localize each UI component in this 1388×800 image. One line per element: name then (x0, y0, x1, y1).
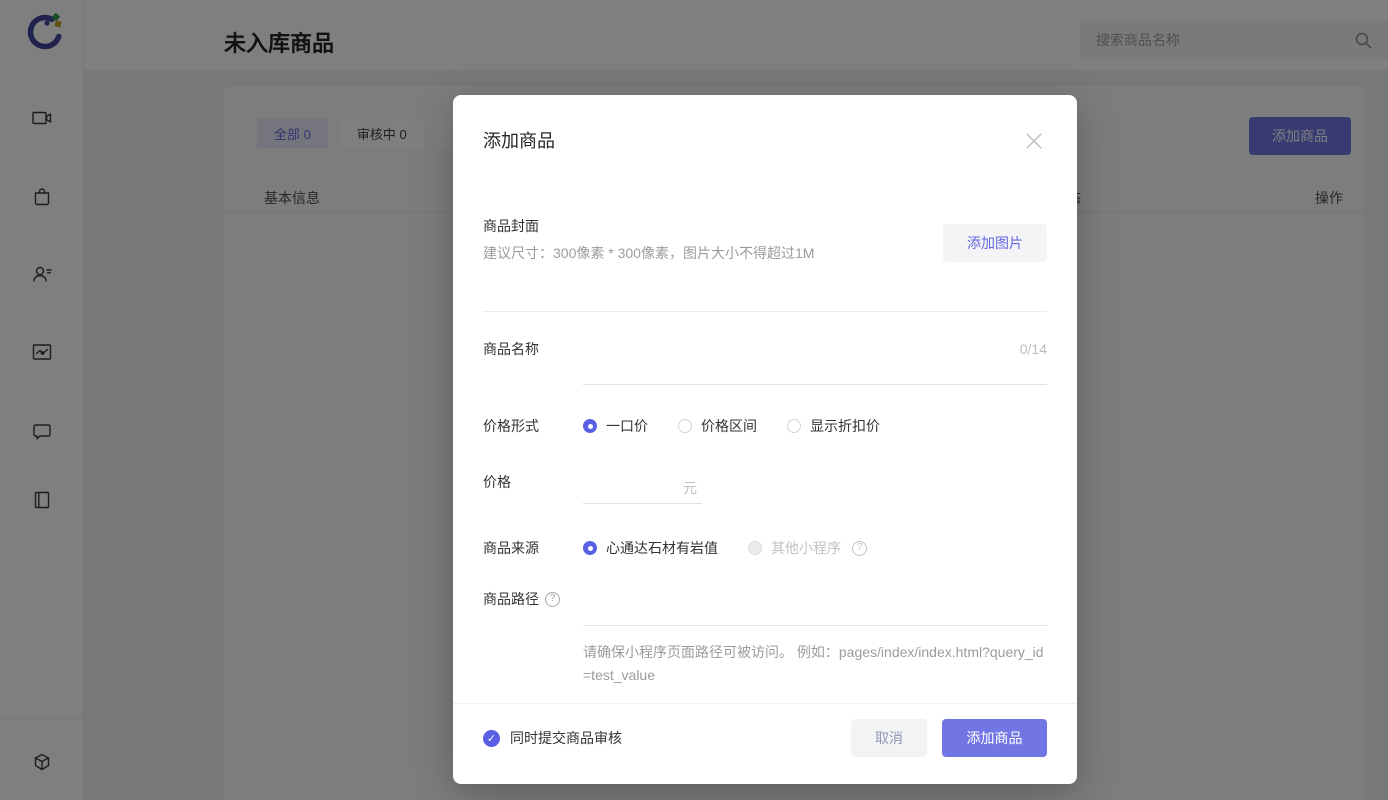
path-hint: 请确保小程序页面路径可被访问。 例如：pages/index/index.htm… (583, 644, 1044, 683)
price-row: 价格 元 (483, 472, 1047, 504)
checkbox-label: 同时提交商品审核 (510, 730, 622, 746)
product-name-input[interactable] (583, 364, 908, 380)
char-counter: 0/14 (1019, 341, 1047, 357)
source-options: 心通达石材有岩值 其他小程序 ? (583, 538, 867, 558)
radio-selected-icon (583, 541, 597, 555)
radio-label: 价格区间 (701, 418, 757, 434)
section-divider (483, 311, 1047, 312)
modal-body: 商品封面 建议尺寸：300像素 * 300像素，图片大小不得超过1M 添加图片 … (453, 216, 1077, 687)
price-type-row: 价格形式 一口价 价格区间 显示折扣价 (483, 416, 1047, 436)
path-label: 商品路径 (483, 591, 539, 607)
cover-label: 商品封面 (483, 218, 539, 234)
radio-icon (787, 419, 801, 433)
path-input-line (583, 589, 1047, 626)
modal-footer: ✓ 同时提交商品审核 取消 添加商品 (453, 703, 1077, 784)
product-path-input[interactable] (583, 589, 1047, 625)
cover-hint: 建议尺寸：300像素 * 300像素，图片大小不得超过1M (483, 245, 815, 261)
path-label-wrap: 商品路径 ? (483, 589, 583, 609)
price-type-options: 一口价 价格区间 显示折扣价 (583, 416, 880, 436)
path-input-wrap: 请确保小程序页面路径可被访问。 例如：pages/index/index.htm… (583, 589, 1047, 687)
close-icon (1026, 133, 1042, 149)
radio-label: 一口价 (606, 418, 648, 434)
radio-label: 显示折扣价 (810, 418, 880, 434)
name-row: 商品名称 0/14 (483, 339, 1047, 385)
modal-header: 添加商品 (453, 95, 1077, 154)
add-product-modal: 添加商品 商品封面 建议尺寸：300像素 * 300像素，图片大小不得超过1M … (453, 95, 1077, 784)
radio-disabled-icon (748, 541, 762, 555)
radio-source-miniapp[interactable]: 心通达石材有岩值 (583, 538, 718, 558)
add-image-button[interactable]: 添加图片 (943, 224, 1047, 262)
modal-title: 添加商品 (483, 130, 555, 151)
price-label: 价格 (483, 474, 511, 490)
cancel-button[interactable]: 取消 (851, 719, 927, 757)
cover-texts: 商品封面 建议尺寸：300像素 * 300像素，图片大小不得超过1M (483, 216, 814, 263)
price-unit: 元 (683, 479, 697, 496)
price-type-label: 价格形式 (483, 418, 539, 434)
close-button[interactable] (1021, 128, 1047, 154)
radio-selected-icon (583, 419, 597, 433)
radio-source-other: 其他小程序 ? (748, 538, 867, 558)
confirm-add-product-button[interactable]: 添加商品 (942, 719, 1047, 757)
radio-discount-price[interactable]: 显示折扣价 (787, 416, 880, 436)
price-input[interactable] (583, 479, 683, 496)
radio-icon (678, 419, 692, 433)
help-icon[interactable]: ? (852, 540, 867, 556)
radio-label: 心通达石材有岩值 (606, 540, 718, 556)
radio-label: 其他小程序 (771, 540, 841, 556)
source-label: 商品来源 (483, 540, 539, 556)
radio-fixed-price[interactable]: 一口价 (583, 416, 648, 436)
source-row: 商品来源 心通达石材有岩值 其他小程序 ? (483, 538, 1047, 558)
help-icon[interactable]: ? (545, 591, 560, 607)
radio-price-range[interactable]: 价格区间 (678, 416, 757, 436)
name-label: 商品名称 (483, 341, 539, 357)
price-input-wrap: 元 (583, 472, 702, 504)
path-row: 商品路径 ? 请确保小程序页面路径可被访问。 例如：pages/index/in… (483, 589, 1047, 687)
checkbox-checked-icon: ✓ (483, 729, 500, 747)
cover-section: 商品封面 建议尺寸：300像素 * 300像素，图片大小不得超过1M 添加图片 (483, 216, 1047, 263)
submit-review-checkbox[interactable]: ✓ 同时提交商品审核 (483, 728, 622, 748)
name-input-wrap: 0/14 (583, 339, 1047, 385)
